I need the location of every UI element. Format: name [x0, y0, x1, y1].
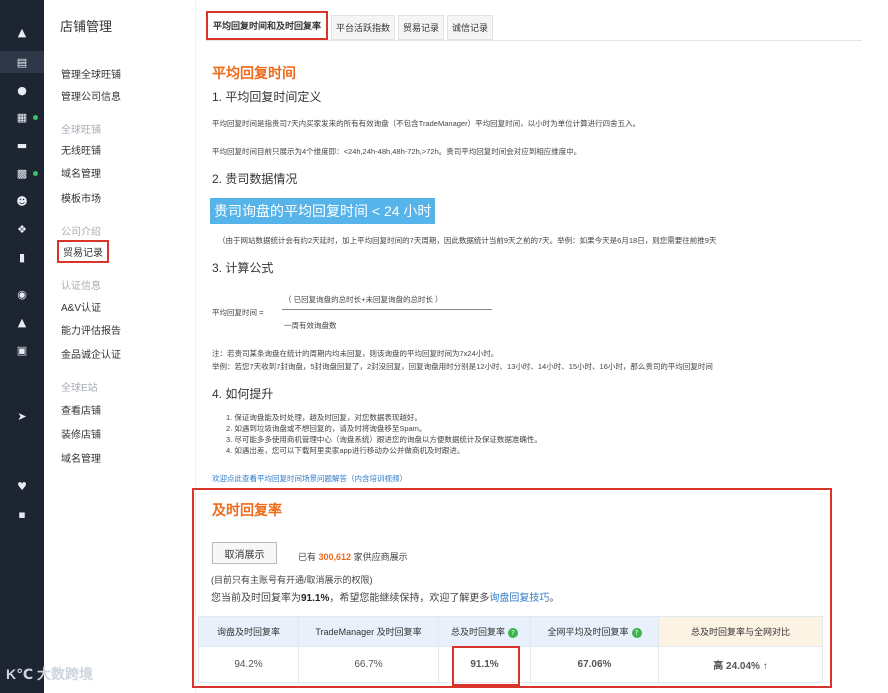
avg-dimensions: 平均回复时间目前只展示为4个维度即：<24h,24h-48h,48h-72h,>…: [212, 147, 582, 156]
menu-item-gold-cert[interactable]: 金品诚企认证: [61, 346, 121, 361]
tab-trade-records[interactable]: 贸易记录: [398, 15, 445, 40]
avg-section-3: 3. 计算公式: [212, 261, 274, 275]
avg-section-1: 1. 平均回复时间定义: [212, 90, 322, 104]
menu-group-cert: 认证信息: [61, 281, 101, 292]
avg-definition: 平均回复时间是指贵司7天内买家发来的所有有效询盘（不包含TradeManager…: [212, 119, 641, 128]
formula-numerator: （ 已回复询盘的总时长+未回复询盘的总时长 ）: [284, 295, 443, 304]
help-icon[interactable]: ?: [631, 628, 642, 638]
status-dot: [33, 115, 38, 120]
send-icon[interactable]: ➤: [0, 405, 44, 427]
menu-item-domain-2[interactable]: 域名管理: [61, 450, 101, 465]
cell-trademanager-rate: 66.7%: [298, 646, 439, 683]
formula-line: [282, 309, 492, 310]
tab-activity-index[interactable]: 平台活跃指数: [331, 15, 396, 40]
supplier-count: 已有 300,612 家供应商展示: [298, 552, 408, 562]
clipboard-icon[interactable]: ▮: [0, 246, 44, 268]
menu-item-company-info[interactable]: 管理公司信息: [61, 88, 121, 103]
note-1: 注：若贵司某条询盘在统计的周期内均未回复，则该询盘的平均回复时间为7x24小时。: [212, 349, 499, 358]
menu-item-view-store[interactable]: 查看店铺: [61, 402, 101, 417]
th-network-avg: 全网平均及时回复率?: [530, 616, 659, 647]
menu-item-decorate-store[interactable]: 装修店铺: [61, 426, 101, 441]
tab-credit-records[interactable]: 诚信记录: [447, 15, 494, 40]
tip-2: 2. 如遇到垃圾询盘或不想回复的，请及时将询盘移至Spam。: [226, 424, 427, 433]
tip-4: 4. 如遇出差，您可以下载阿里卖家app进行移动办公并做商机及时跟进。: [226, 446, 465, 455]
faq-link[interactable]: 欢迎点此查看平均回复时间场景问题解答（内含培训视频）: [212, 473, 407, 484]
help-icon[interactable]: ?: [508, 628, 518, 638]
reply-tips-link[interactable]: 询盘回复技巧: [489, 593, 549, 604]
cancel-display-button[interactable]: 取消展示: [212, 542, 277, 564]
avg-section-2: 2. 贵司数据情况: [212, 172, 298, 186]
share-icon[interactable]: ❖: [0, 218, 44, 240]
th-trademanager-rate: TradeManager 及时回复率: [298, 616, 439, 647]
th-total-rate: 总及时回复率?: [438, 616, 531, 647]
note-2: 举例：若您7天收到7封询盘，5封询盘回复了，2封没回复，回复询盘用时分别是12小…: [212, 362, 713, 371]
menu-item-trade-records[interactable]: 贸易记录: [57, 240, 109, 263]
tab-bar: 平均回复时间和及时回复率 平台活跃指数 贸易记录 诚信记录: [206, 11, 496, 40]
rate-message: 您当前及时回复率为91.1%，希望您能继续保持，欢迎了解更多询盘回复技巧。: [211, 593, 560, 604]
menu-group-company: 公司介绍: [61, 227, 101, 238]
avg-heading: 平均回复时间: [212, 65, 296, 81]
icon-rail: ▲ ▤ ● ▦ ▬ ▩ ☻ ❖ ▮ ◉ ▲ ▣ ➤ ♥ ▪: [0, 0, 44, 693]
avg-section-4: 4. 如何提升: [212, 387, 274, 401]
globe-icon[interactable]: ◉: [0, 283, 44, 305]
tab-divider: [206, 40, 862, 41]
menu-group-site: 全球E站: [61, 383, 98, 394]
avg-delay-note: （由于网站数据统计会有约2天延时，加上平均回复时间的7天周期，因此数据统计当前9…: [218, 236, 717, 245]
rate-heading: 及时回复率: [212, 502, 282, 518]
cell-comparison: 高 24.04% ↑: [658, 646, 823, 683]
home-icon[interactable]: ▲: [0, 21, 44, 43]
briefcase-icon[interactable]: ▪: [0, 503, 44, 525]
cell-network-avg: 67.06%: [530, 646, 659, 683]
heart-icon[interactable]: ♥: [0, 475, 44, 497]
menu-item-ability-report[interactable]: 能力评估报告: [61, 322, 121, 337]
tip-3: 3. 尽可能多多使用商机管理中心（询盘系统）跟进您的询盘以方便数据统计及保证数据…: [226, 435, 542, 444]
person-icon[interactable]: ▲: [0, 311, 44, 333]
th-comparison: 总及时回复率与全网对比: [658, 616, 823, 647]
users-icon[interactable]: ☻: [0, 190, 44, 212]
cell-inquiry-rate: 94.2%: [198, 646, 299, 683]
shield-icon[interactable]: ●: [0, 79, 44, 101]
avg-highlight: 贵司询盘的平均回复时间 < 24 小时: [210, 198, 436, 224]
formula-denominator: 一周有效询盘数: [284, 321, 337, 330]
permission-note: (目前只有主账号有开通/取消展示的权限): [211, 575, 373, 585]
chat-icon[interactable]: ▬: [0, 134, 44, 156]
menu-title: 店铺管理: [60, 19, 113, 34]
formula-label: 平均回复时间 =: [212, 308, 264, 317]
bank-icon[interactable]: ▣: [0, 339, 44, 361]
total-rate-highlight: [452, 646, 520, 686]
menu-item-av-cert[interactable]: A&V认证: [61, 299, 101, 314]
th-inquiry-rate: 询盘及时回复率: [198, 616, 299, 647]
tip-1: 1. 保证询盘能及时处理，越及时回复，对您数据表现越好。: [226, 413, 422, 422]
menu-item-domain[interactable]: 域名管理: [61, 165, 101, 180]
watermark-logo: K℃ 大数跨境: [6, 666, 93, 682]
store-icon[interactable]: ▤: [0, 51, 44, 73]
menu-group-global-store: 全球旺铺: [61, 125, 101, 136]
menu-item-manage-global-store[interactable]: 管理全球旺铺: [61, 66, 121, 81]
tab-reply-time[interactable]: 平均回复时间和及时回复率: [206, 11, 329, 40]
menu-item-wireless-store[interactable]: 无线旺铺: [61, 142, 101, 157]
menu-item-template-market[interactable]: 模板市场: [61, 190, 101, 205]
status-dot: [33, 171, 38, 176]
side-menu: 店铺管理 管理全球旺铺 管理公司信息 全球旺铺 无线旺铺 域名管理 模板市场 公…: [44, 0, 196, 693]
